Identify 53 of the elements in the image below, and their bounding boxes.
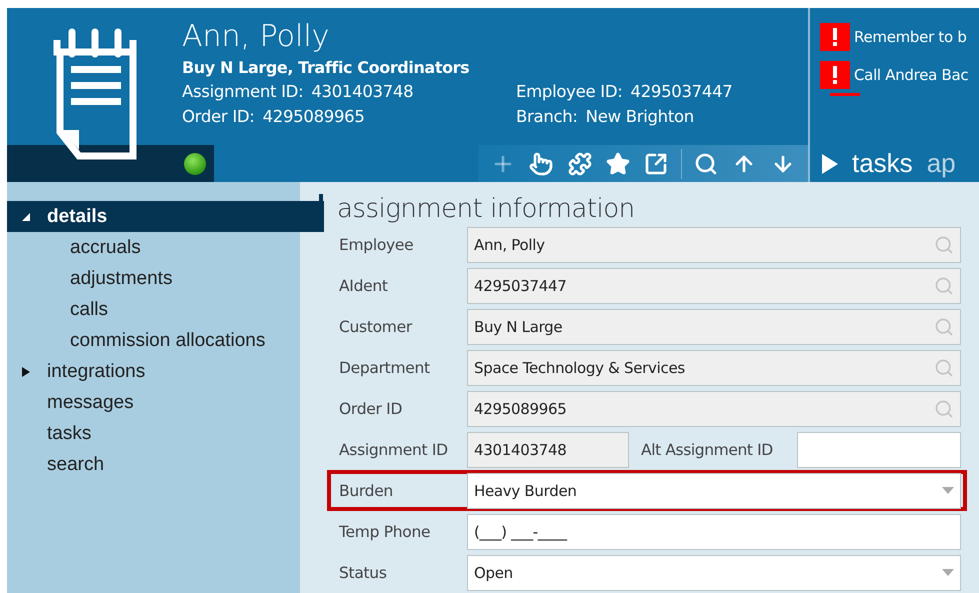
sidebar-item[interactable]: calls xyxy=(7,294,300,325)
field-label: Order ID xyxy=(339,400,404,418)
info-value: 4301403748 xyxy=(311,82,414,101)
sidebar-item[interactable]: commission allocations xyxy=(7,325,300,356)
lookup-field[interactable]: Ann, Polly xyxy=(467,226,961,262)
input-field[interactable]: 4301403748 xyxy=(467,432,629,468)
input-field[interactable] xyxy=(797,432,961,468)
lookup-field[interactable]: 4295037447 xyxy=(467,268,961,304)
alert-marker xyxy=(830,93,860,96)
expand-arrow-icon[interactable] xyxy=(21,366,31,378)
dropdown-caret-icon[interactable] xyxy=(942,569,954,576)
field-label: Department xyxy=(339,358,431,376)
alert-icon xyxy=(820,23,850,51)
info-label: Branch: xyxy=(516,107,578,126)
field-label: Assignment ID xyxy=(339,440,449,458)
dropdown-field[interactable]: Open xyxy=(467,554,961,590)
collapse-arrow-icon[interactable] xyxy=(21,210,31,222)
section-title: assignment information xyxy=(337,194,635,224)
employee-name: Ann, Polly xyxy=(182,20,330,54)
alert-text[interactable]: Remember to b xyxy=(854,28,967,46)
company-name: Buy N Large, Traffic Coordinators xyxy=(182,58,470,77)
info-label: Assignment ID: xyxy=(182,82,304,101)
info-label: Employee ID: xyxy=(516,82,622,101)
sidebar-item[interactable]: adjustments xyxy=(7,263,300,294)
sidebar-item[interactable]: search xyxy=(7,449,300,480)
sidebar-item[interactable]: tasks xyxy=(7,418,300,449)
play-icon[interactable] xyxy=(822,154,838,174)
panel-tab[interactable]: tasks xyxy=(852,148,913,179)
sidebar-item[interactable]: details xyxy=(7,201,324,232)
sidebar-item[interactable]: messages xyxy=(7,387,300,418)
field-label: Temp Phone xyxy=(339,522,432,540)
field-label: Alt Assignment ID xyxy=(640,440,774,458)
sidebar-item[interactable]: integrations xyxy=(7,356,300,387)
info-value: New Brighton xyxy=(586,107,694,126)
dropdown-field[interactable]: Heavy Burden xyxy=(467,472,961,508)
info-value: 4295089965 xyxy=(262,107,365,126)
input-field[interactable]: (___) ___-____ xyxy=(467,514,961,550)
alert-text[interactable]: Call Andrea Bac xyxy=(854,66,968,84)
info-label: Order ID: xyxy=(182,107,255,126)
alert-icon xyxy=(820,61,850,89)
lookup-field[interactable]: Buy N Large xyxy=(467,308,961,344)
lookup-field[interactable]: 4295089965 xyxy=(467,390,961,426)
field-label: Burden xyxy=(339,482,394,500)
puzzle-icon[interactable] xyxy=(566,150,594,178)
lookup-field[interactable]: Space Technology & Services xyxy=(467,350,961,386)
field-label: Status xyxy=(339,564,388,582)
dropdown-caret-icon[interactable] xyxy=(942,487,954,494)
pointer-icon[interactable] xyxy=(527,150,556,178)
field-label: Employee xyxy=(339,236,414,254)
field-label: AIdent xyxy=(339,276,389,294)
sidebar-item[interactable]: accruals xyxy=(7,232,300,263)
field-label: Customer xyxy=(339,318,414,336)
info-value: 4295037447 xyxy=(630,82,732,101)
